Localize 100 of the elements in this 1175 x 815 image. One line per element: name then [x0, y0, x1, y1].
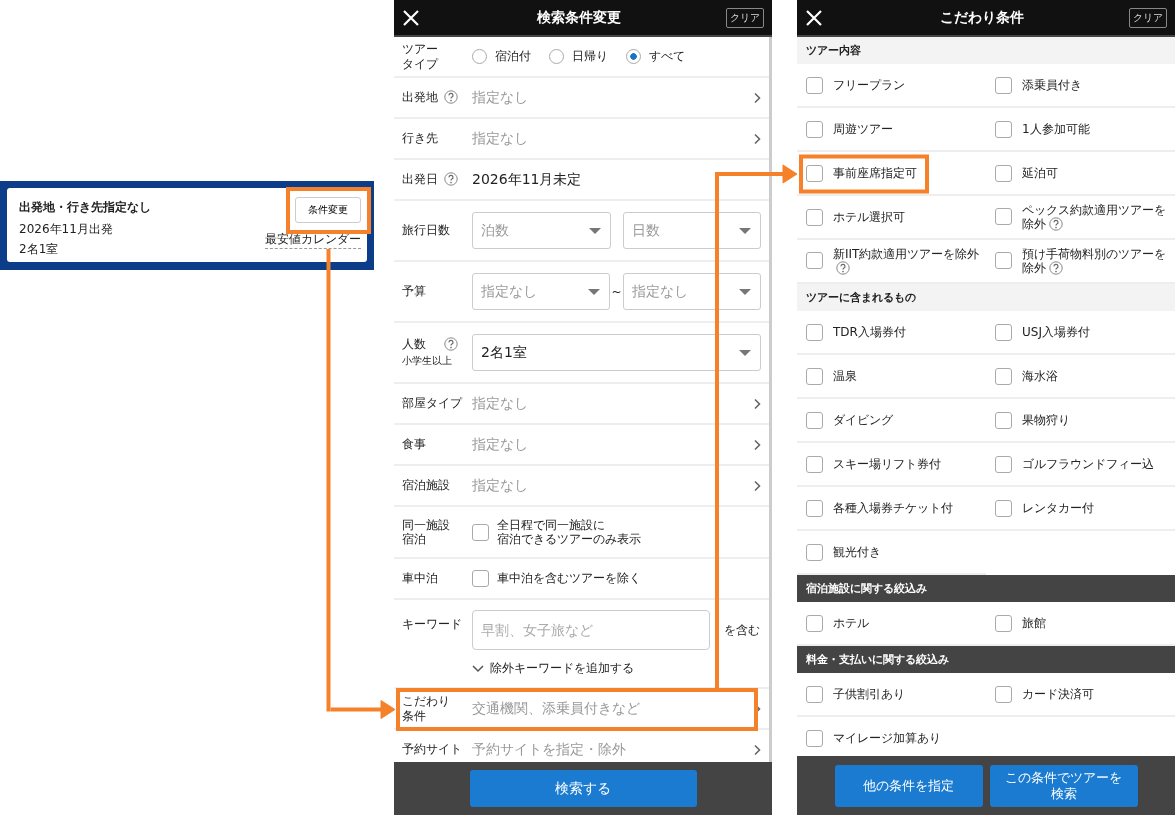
checkbox-label: TDR入場券付	[833, 324, 906, 340]
clear-button[interactable]: クリア	[726, 7, 764, 28]
keyword-suffix: を含む	[724, 621, 760, 639]
checkbox[interactable]	[995, 367, 1012, 385]
checkbox[interactable]	[806, 323, 823, 341]
select-field[interactable]: 泊数	[472, 212, 611, 249]
checkbox[interactable]	[995, 323, 1012, 341]
checkbox[interactable]	[806, 411, 823, 429]
placeholder-value[interactable]: 指定なし	[472, 476, 528, 495]
checkbox[interactable]	[806, 543, 823, 561]
party-size: 2名1室	[19, 241, 60, 258]
dropdown-caret-icon	[738, 348, 752, 357]
select-field[interactable]: 指定なし	[472, 273, 611, 310]
radio-option[interactable]: 日帰り	[549, 48, 608, 65]
dropdown-caret-icon	[738, 226, 752, 235]
placeholder-value[interactable]: 指定なし	[472, 88, 528, 107]
checkbox-label: 温泉	[833, 368, 857, 384]
checkbox-label: ゴルフラウンドフィー込	[1022, 456, 1154, 472]
checkbox[interactable]	[806, 208, 823, 226]
radio-option[interactable]: 宿泊付	[472, 48, 531, 65]
placeholder-value[interactable]: 予約サイトを指定・除外	[472, 740, 626, 759]
chevron-right-icon	[753, 132, 761, 145]
checkbox-label: スキー場リフト券付	[833, 456, 941, 472]
clear-button[interactable]: クリア	[1129, 7, 1167, 28]
search-option-button[interactable]: 他の条件を指定	[834, 764, 983, 807]
checkbox[interactable]	[806, 164, 823, 182]
checkbox[interactable]	[806, 499, 823, 517]
select-field[interactable]: 2名1室	[472, 334, 761, 371]
chevron-right-icon	[753, 397, 761, 410]
checkbox-label: ホテル	[833, 615, 869, 631]
checkbox[interactable]	[806, 120, 823, 138]
chevron-right-icon	[753, 479, 761, 492]
checkbox-label: 旅館	[1022, 615, 1046, 631]
radio-button[interactable]	[626, 49, 641, 64]
checkbox[interactable]	[806, 76, 823, 94]
field-label: 条件	[402, 708, 427, 723]
placeholder-value[interactable]: 指定なし	[472, 394, 528, 413]
checkbox-label: 事前座席指定可	[833, 165, 917, 181]
checkbox-label: 海水浴	[1022, 368, 1058, 384]
field-label: 同一施設	[402, 517, 450, 532]
checkbox[interactable]	[472, 523, 489, 541]
placeholder-value[interactable]: 指定なし	[472, 129, 528, 148]
departure-month: 2026年11月出発	[19, 221, 114, 238]
chevron-right-icon	[753, 743, 761, 756]
checkbox-label: 宿泊できるツアーのみ表示	[497, 532, 641, 547]
checkbox[interactable]	[806, 614, 823, 632]
checkbox[interactable]	[806, 729, 823, 747]
field-label: ツアー	[402, 42, 438, 57]
add-exclude-keyword-link[interactable]: 除外キーワードを追加する	[472, 660, 634, 677]
dropdown-caret-icon	[738, 287, 752, 296]
field-label: こだわり	[402, 694, 450, 709]
placeholder-value[interactable]: 交通機関、添乗員付きなど	[472, 699, 640, 718]
dropdown-caret-icon	[587, 287, 602, 296]
checkbox[interactable]	[995, 120, 1012, 138]
select-field[interactable]: 指定なし	[622, 273, 761, 310]
field-label: 旅行日数	[402, 223, 450, 238]
checkbox-label: ペックス約款適用ツアーを除外	[1022, 202, 1167, 232]
checkbox[interactable]	[806, 367, 823, 385]
checkbox[interactable]	[995, 685, 1012, 703]
option-label: 宿泊付	[495, 48, 531, 65]
checkbox[interactable]	[995, 76, 1012, 94]
checkbox-label: 預け手荷物料別のツアーを除外	[1022, 246, 1167, 276]
radio-option[interactable]: すべて	[626, 48, 685, 65]
checkbox-label: フリープラン	[833, 77, 905, 93]
checkbox[interactable]	[995, 455, 1012, 473]
checkbox-label: 果物狩り	[1022, 412, 1070, 428]
change-conditions-button[interactable]: 条件変更	[295, 197, 361, 223]
chevron-down-icon	[472, 664, 484, 673]
date-value: 2026年11月未定	[472, 170, 582, 189]
checkbox[interactable]	[806, 455, 823, 473]
keyword-field[interactable]: 早割、女子旅など	[472, 610, 710, 650]
checkbox[interactable]	[995, 164, 1012, 182]
price-calendar-link[interactable]: 最安値カレンダー	[265, 231, 361, 249]
select-field[interactable]: 日数	[622, 212, 761, 249]
checkbox-label: マイレージ加算あり	[833, 730, 941, 746]
section-header: ツアー内容	[797, 37, 1175, 64]
chevron-right-icon	[753, 91, 761, 104]
checkbox[interactable]	[995, 252, 1012, 270]
field-label: 宿泊施設	[402, 478, 450, 493]
field-label: キーワード	[402, 617, 462, 632]
checkbox[interactable]	[806, 685, 823, 703]
section-header: ツアーに含まれるもの	[797, 284, 1175, 311]
checkbox[interactable]	[806, 252, 823, 270]
checkbox[interactable]	[995, 614, 1012, 632]
checkbox-label: 延泊可	[1022, 165, 1058, 181]
checkbox[interactable]	[995, 411, 1012, 429]
placeholder-value[interactable]: 指定なし	[472, 435, 528, 454]
field-label: 出発日	[402, 172, 438, 187]
checkbox-label: 新IIT約款適用ツアーを除外	[833, 246, 983, 276]
checkbox[interactable]	[995, 499, 1012, 517]
checkbox-label: 子供割引あり	[833, 686, 905, 702]
checkbox[interactable]	[472, 570, 489, 587]
search-option-button[interactable]: この条件でツアーを検索	[989, 764, 1138, 807]
field-label: 部屋タイプ	[402, 396, 462, 411]
section-header: 料金・支払いに関する絞込み	[797, 646, 1175, 673]
search-button[interactable]: 検索する	[469, 770, 697, 807]
field-label: 人数	[402, 337, 426, 352]
checkbox[interactable]	[995, 208, 1012, 226]
field-label: 食事	[402, 437, 426, 452]
checkbox-label: 周遊ツアー	[833, 121, 893, 137]
